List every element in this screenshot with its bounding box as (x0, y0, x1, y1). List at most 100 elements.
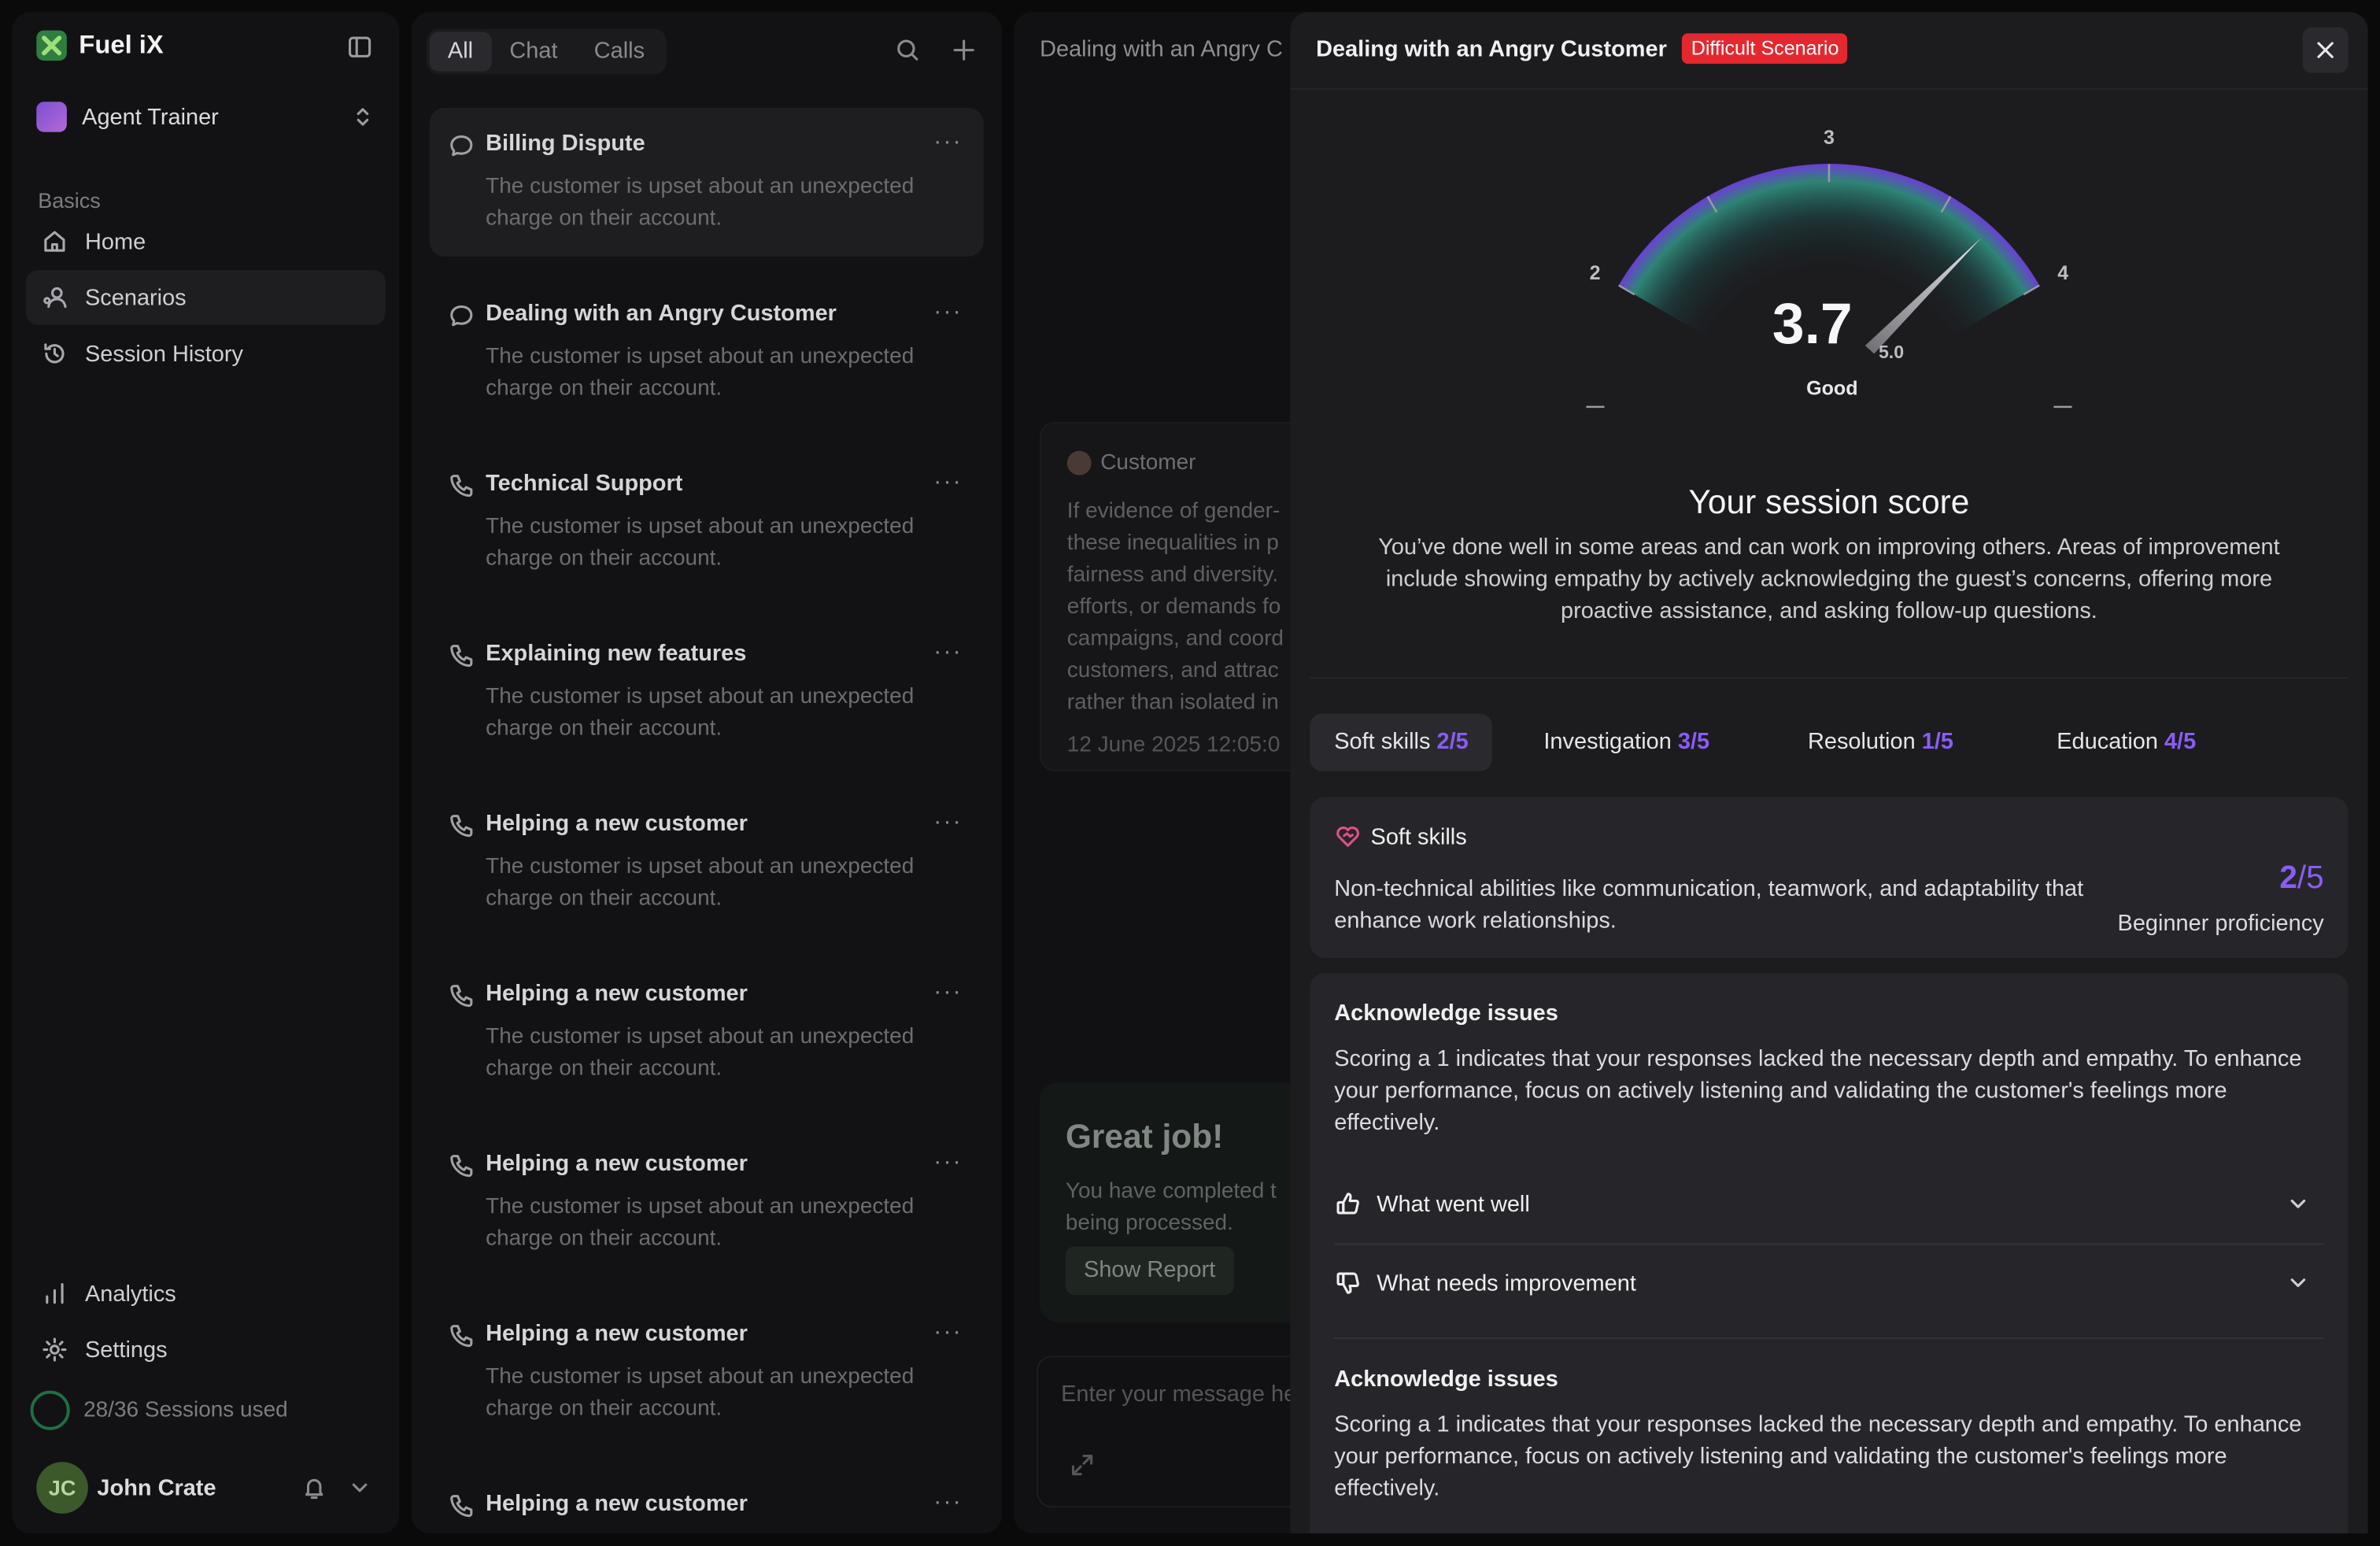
chevron-down-icon (2285, 1190, 2312, 1218)
gauge-tick-label: 3 (1824, 127, 1835, 149)
chevron-up-down-icon (349, 103, 377, 131)
scenario-description: The customer is upset about an unexpecte… (486, 1364, 915, 1422)
scenario-title: Helping a new customer (486, 980, 748, 1007)
issue-title: Acknowledge issues (1334, 1366, 1558, 1393)
scenario-description: The customer is upset about an unexpecte… (486, 174, 915, 231)
score-rating: Good (1806, 377, 1857, 399)
gauge-tick-label: 4 (2057, 262, 2068, 284)
sidebar: Fuel iX Agent Trainer Basics Home Scenar… (12, 12, 400, 1533)
add-icon[interactable] (950, 36, 978, 64)
scenario-title: Dealing with an Angry Customer (486, 300, 837, 327)
accordion-label: What went well (1377, 1190, 1530, 1217)
tab-score: 1/5 (1921, 728, 1953, 755)
filter-tabs: All Chat Calls (426, 28, 667, 75)
close-button[interactable] (2302, 27, 2349, 73)
more-options-icon[interactable]: ··· (933, 1149, 963, 1177)
header-divider (1290, 87, 2368, 90)
more-options-icon[interactable]: ··· (933, 299, 963, 327)
scenario-card[interactable]: Helping a new customer The customer is up… (430, 958, 984, 1107)
heart-handshake-icon (1336, 827, 1359, 847)
home-icon (44, 231, 65, 252)
message-author: Customer (1066, 450, 1196, 475)
completion-title: Great job! (1065, 1117, 1224, 1156)
score-value: 3.7 (1772, 291, 1853, 356)
scenario-card[interactable]: Technical Support The customer is upset a… (430, 448, 984, 597)
sidebar-item-label: Settings (85, 1337, 168, 1363)
user-name: John Crate (97, 1474, 216, 1501)
phone-icon (448, 1322, 475, 1350)
agent-name: Agent Trainer (82, 104, 219, 130)
chat-bubble-icon (448, 132, 475, 160)
fuel-ix-logo-icon (36, 30, 67, 61)
message-timestamp: 12 June 2025 12:05:0 (1066, 733, 1281, 758)
message-input-placeholder[interactable]: Enter your message he (1061, 1381, 1296, 1407)
scenarios-icon (43, 287, 67, 309)
difficulty-badge: Difficult Scenario (1682, 33, 1848, 65)
score-gauge: 12345 3.7 5.0 Good (1586, 127, 2072, 409)
sidebar-item-label: Analytics (85, 1280, 176, 1307)
tab-score: 4/5 (2164, 728, 2197, 755)
tab-score: 3/5 (1677, 728, 1710, 755)
sidebar-toggle-icon[interactable] (346, 33, 374, 61)
accordion-what-needs-improvement[interactable]: What needs improvement (1334, 1246, 2323, 1319)
accordion-what-went-well[interactable]: What went well (1334, 1167, 2323, 1241)
phone-icon (448, 1152, 475, 1180)
scenario-card[interactable]: Billing Dispute The customer is upset abo… (429, 107, 984, 257)
session-report-modal: Dealing with an Angry Customer Difficult… (1290, 12, 2368, 1533)
scenario-list-panel: All Chat Calls Billing Dispute The custom… (411, 12, 1002, 1533)
tab-label: Investigation (1543, 728, 1672, 755)
brand[interactable]: Fuel iX (36, 30, 164, 61)
accordion-label: What needs improvement (1377, 1270, 1636, 1296)
tab-education[interactable]: Education 4/5 (2032, 713, 2220, 771)
more-options-icon[interactable]: ··· (933, 1319, 963, 1347)
filter-calls[interactable]: Calls (576, 32, 663, 72)
bell-icon[interactable] (301, 1474, 328, 1502)
scenario-card[interactable]: Dealing with an Angry Customer The custom… (430, 278, 984, 427)
sidebar-item-label: Session History (85, 340, 243, 367)
user-menu[interactable]: JC John Crate (36, 1462, 386, 1514)
search-icon[interactable] (894, 36, 922, 64)
sidebar-item-analytics[interactable]: Analytics (26, 1266, 386, 1320)
analytics-icon (46, 1283, 64, 1304)
message-author-name: Customer (1100, 450, 1196, 475)
agent-avatar (36, 102, 67, 132)
sidebar-item-scenarios[interactable]: Scenarios (25, 270, 386, 325)
scenario-card[interactable]: Helping a new customer ··· (430, 1468, 984, 1533)
show-report-button[interactable]: Show Report (1065, 1246, 1234, 1296)
scenario-title: Helping a new customer (486, 1320, 748, 1347)
more-options-icon[interactable]: ··· (933, 979, 963, 1007)
gauge-tick-label: 2 (1590, 262, 1601, 284)
expand-icon[interactable] (1069, 1452, 1096, 1479)
scenario-card[interactable]: Helping a new customer The customer is up… (430, 1128, 984, 1277)
scenario-card[interactable]: Helping a new customer The customer is up… (430, 788, 984, 937)
scenario-card[interactable]: Helping a new customer The customer is up… (430, 1298, 984, 1447)
filter-chat[interactable]: Chat (491, 32, 575, 72)
more-options-icon[interactable]: ··· (933, 129, 963, 157)
score-summary: You’ve done well in some areas and can w… (1378, 534, 2280, 624)
more-options-icon[interactable]: ··· (933, 809, 963, 837)
tab-investigation[interactable]: Investigation 3/5 (1520, 713, 1734, 771)
issue-text: Scoring a 1 indicates that your response… (1334, 1411, 2302, 1502)
issue-title: Acknowledge issues (1334, 1000, 1558, 1026)
tab-soft-skills[interactable]: Soft skills 2/5 (1310, 713, 1493, 771)
sidebar-item-home[interactable]: Home (26, 214, 386, 268)
filter-all[interactable]: All (429, 31, 492, 72)
skill-detail-card: Acknowledge issues Scoring a 1 indicates… (1310, 973, 2349, 1533)
more-options-icon[interactable]: ··· (933, 1489, 963, 1517)
sidebar-item-session-history[interactable]: Session History (26, 327, 386, 381)
scenario-description: The customer is upset about an unexpecte… (486, 684, 915, 742)
agent-switcher[interactable]: Agent Trainer (36, 97, 376, 136)
score-title: Your session score (1688, 483, 1970, 521)
phone-icon (448, 1492, 475, 1520)
completion-line: You have completed t (1065, 1179, 1277, 1204)
tab-resolution[interactable]: Resolution 1/5 (1783, 713, 1978, 771)
sidebar-item-settings[interactable]: Settings (26, 1322, 386, 1377)
customer-avatar-icon (1066, 450, 1092, 475)
scenario-description: The customer is upset about an unexpecte… (486, 1024, 915, 1082)
skill-score-value: 2 (2279, 860, 2297, 896)
report-header: Dealing with an Angry Customer Difficult… (1316, 33, 1848, 65)
scenario-card[interactable]: Explaining new features The customer is u… (430, 618, 984, 767)
chevron-down-icon[interactable] (346, 1474, 374, 1502)
more-options-icon[interactable]: ··· (933, 639, 963, 667)
more-options-icon[interactable]: ··· (933, 469, 963, 497)
